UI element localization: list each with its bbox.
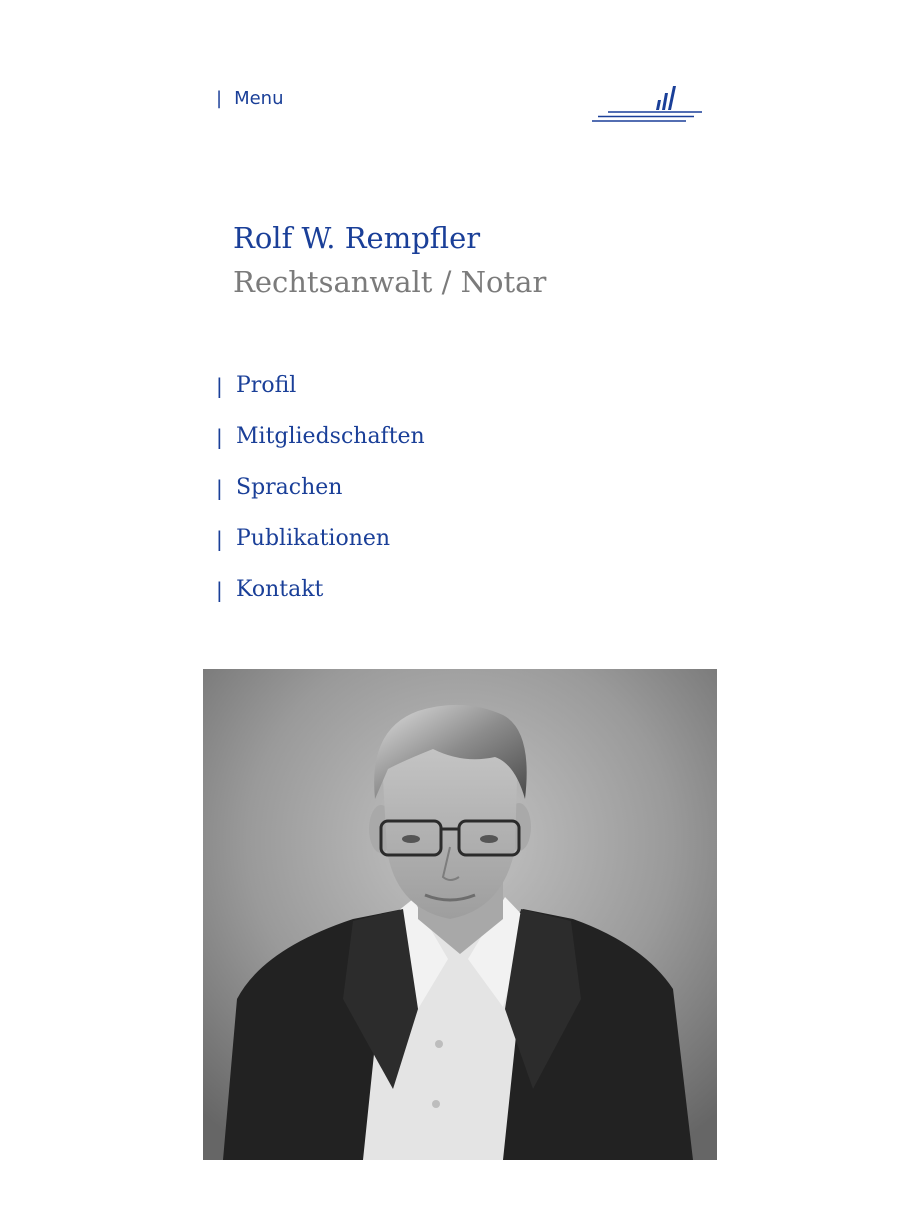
subnav-item-mitgliedschaften[interactable]: | Mitgliedschaften (216, 411, 425, 462)
subnav-item-sprachen[interactable]: | Sprachen (216, 462, 425, 513)
menu-label: Menu (234, 88, 284, 109)
portrait-photo (203, 669, 717, 1160)
nav-bar-icon: | (216, 373, 223, 398)
subnav-item-kontakt[interactable]: | Kontakt (216, 564, 425, 615)
firm-logo-icon[interactable] (590, 84, 704, 126)
subnav-item-publikationen[interactable]: | Publikationen (216, 513, 425, 564)
subnav-item-label: Sprachen (236, 475, 343, 500)
subnav-item-profil[interactable]: | Profil (216, 360, 425, 411)
person-role: Rechtsanwalt / Notar (233, 265, 547, 299)
subnav-item-label: Mitgliedschaften (236, 424, 425, 449)
nav-bar-icon: | (216, 526, 223, 551)
nav-bar-icon: | (216, 475, 223, 500)
subnav-item-label: Profil (236, 373, 297, 398)
person-name: Rolf W. Rempfler (233, 221, 481, 255)
profile-subnav: | Profil | Mitgliedschaften | Sprachen |… (216, 360, 425, 615)
nav-bar-icon: | (216, 577, 223, 602)
page: | Menu Rolf W. Rempfler Rechtsanwalt / N… (0, 0, 920, 1220)
subnav-item-label: Publikationen (236, 526, 391, 551)
person-heading: Rolf W. Rempfler Rechtsanwalt / Notar (233, 216, 546, 304)
nav-bar-icon: | (216, 424, 223, 449)
menu-button[interactable]: | Menu (216, 88, 284, 109)
subnav-item-label: Kontakt (236, 577, 324, 602)
menu-bar-icon: | (216, 88, 223, 109)
